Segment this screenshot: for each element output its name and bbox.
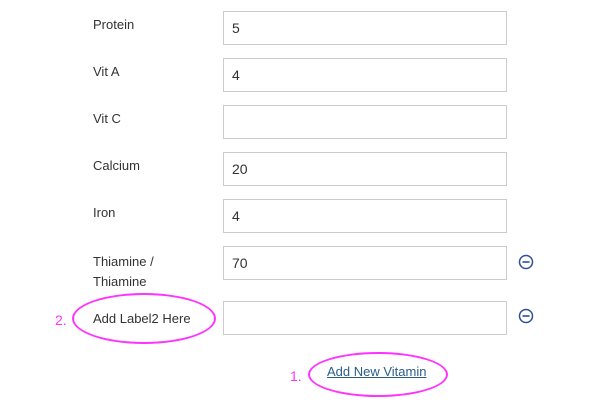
label-thiamine-line1: Thiamine / [93,254,154,269]
annotation-number-2: 2. [55,312,67,328]
label-calcium: Calcium [93,158,140,173]
thiamine-input[interactable] [223,246,507,280]
annotation-number-1: 1. [290,368,302,384]
calcium-input[interactable] [223,152,507,186]
minus-circle-icon [518,254,534,270]
label-thiamine-line2: Thiamine [93,274,147,289]
label-vit-c: Vit C [93,111,121,126]
minus-circle-icon [518,308,534,324]
remove-thiamine-button[interactable] [518,254,534,270]
annotation-ellipse-2 [72,293,216,344]
vit-c-input[interactable] [223,105,507,139]
annotation-ellipse-1 [308,352,448,397]
iron-input[interactable] [223,199,507,233]
protein-input[interactable] [223,11,507,45]
label-vit-a: Vit A [93,64,120,79]
remove-new-vitamin-button[interactable] [518,308,534,324]
vit-a-input[interactable] [223,58,507,92]
label-protein: Protein [93,17,135,32]
label-iron: Iron [93,205,116,220]
new-vitamin-input[interactable] [223,301,507,335]
